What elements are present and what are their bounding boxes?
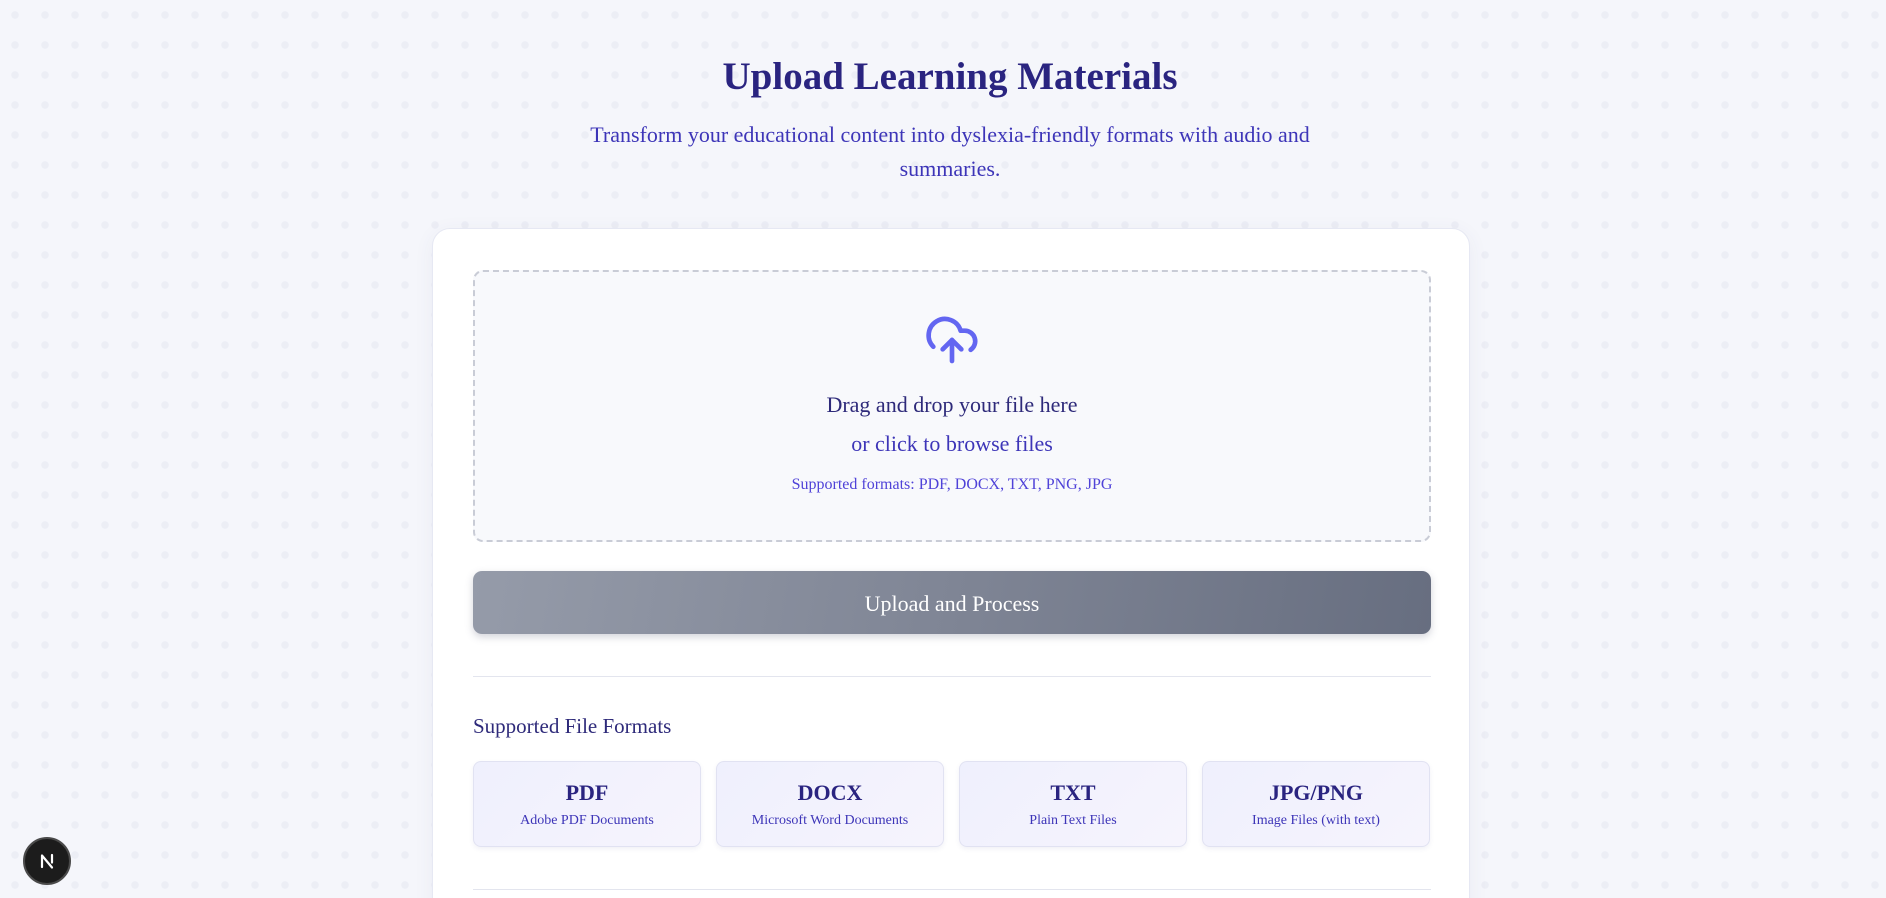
page-subtitle: Transform your educational content into …	[590, 122, 1310, 181]
upload-and-process-button[interactable]: Upload and Process	[473, 571, 1431, 634]
format-name: PDF	[565, 780, 609, 805]
cloud-upload-icon	[924, 312, 980, 368]
browse-files-link[interactable]: or click to browse files	[475, 429, 1429, 459]
format-description: Microsoft Word Documents	[751, 813, 909, 828]
upload-card: Drag and drop your file here or click to…	[432, 228, 1470, 898]
divider	[473, 889, 1431, 890]
nextjs-dev-badge[interactable]	[23, 837, 71, 885]
dropzone-title: Drag and drop your file here	[826, 392, 1078, 417]
page-title: Upload Learning Materials	[722, 55, 1178, 98]
format-name: DOCX	[797, 780, 863, 805]
format-card-docx: DOCX Microsoft Word Documents	[716, 761, 944, 847]
supported-formats-hint: Supported formats: PDF, DOCX, TXT, PNG, …	[791, 476, 1113, 493]
divider	[473, 676, 1431, 677]
format-card-jpg-png: JPG/PNG Image Files (with text)	[1202, 761, 1430, 847]
format-description: Plain Text Files	[1029, 813, 1117, 828]
format-description: Adobe PDF Documents	[520, 813, 654, 828]
format-card-pdf: PDF Adobe PDF Documents	[473, 761, 701, 847]
supported-formats-heading: Supported File Formats	[473, 714, 672, 738]
format-name: JPG/PNG	[1268, 780, 1364, 805]
file-dropzone[interactable]: Drag and drop your file here or click to…	[473, 270, 1431, 542]
format-description: Image Files (with text)	[1252, 813, 1380, 828]
format-name: TXT	[1050, 780, 1096, 805]
format-card-txt: TXT Plain Text Files	[959, 761, 1187, 847]
